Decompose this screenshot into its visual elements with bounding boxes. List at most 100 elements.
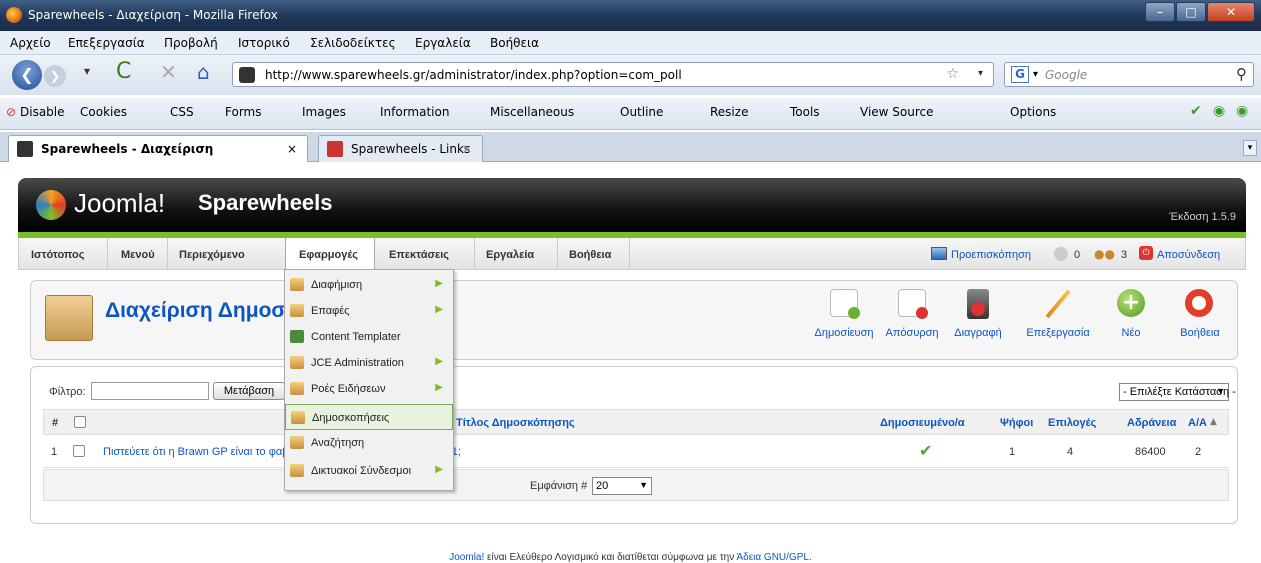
submenu-arrow-icon: ▶: [435, 356, 443, 367]
check-circle-icon[interactable]: ◉: [1213, 103, 1225, 119]
col-lag[interactable]: Αδράνεια: [1127, 417, 1176, 429]
poll-box-icon: [45, 295, 93, 341]
dd-item-banners[interactable]: Διαφήμιση ▶: [285, 272, 453, 298]
nav-help[interactable]: Βοήθεια: [569, 249, 611, 261]
nav-menus[interactable]: Μενού: [121, 249, 155, 261]
col-id[interactable]: Α/Α: [1188, 417, 1207, 429]
menu-help[interactable]: Βοήθεια: [490, 36, 539, 50]
history-dropdown-icon[interactable]: ▾: [84, 64, 90, 78]
menu-edit[interactable]: Επεξεργασία: [68, 36, 145, 50]
menu-bookmarks[interactable]: Σελιδοδείκτες: [310, 36, 396, 50]
tb-css[interactable]: CSS: [170, 105, 194, 119]
logout-link[interactable]: Αποσύνδεση: [1157, 249, 1220, 261]
footer: Joomla! είναι Ελεύθερο Λογισμικό και δια…: [0, 552, 1261, 563]
tb-forms[interactable]: Forms: [225, 105, 261, 119]
home-icon[interactable]: ⌂: [197, 60, 210, 84]
help-button[interactable]: Βοήθεια: [1169, 289, 1231, 349]
engine-dropdown-icon[interactable]: ▾: [1033, 69, 1038, 80]
joomla-logo-icon: [36, 190, 66, 220]
close-tab-icon-2[interactable]: ×: [462, 142, 472, 156]
minimize-button[interactable]: –: [1145, 2, 1175, 22]
footer-joomla-link[interactable]: Joomla!: [449, 552, 484, 563]
preview-link[interactable]: Προεπισκόπηση: [951, 249, 1031, 261]
dd-item-jce[interactable]: JCE Administration ▶: [285, 350, 453, 376]
footer-license-link[interactable]: Άδεια GNU/GPL.: [736, 552, 811, 563]
dd-item-newsfeeds[interactable]: Ροές Ειδήσεων ▶: [285, 376, 453, 402]
tb-tools[interactable]: Tools: [790, 105, 820, 119]
nav-content[interactable]: Περιεχόμενο: [179, 249, 245, 261]
published-check-icon[interactable]: ✔: [919, 441, 932, 460]
col-published[interactable]: Δημοσιευμένο/α: [880, 417, 965, 429]
tb-information[interactable]: Information: [380, 105, 449, 119]
menu-tools[interactable]: Εργαλεία: [415, 36, 471, 50]
dd-label: Διαφήμιση: [311, 279, 363, 291]
dd-label: Επαφές: [311, 305, 350, 317]
joomla-header: Joomla! Sparewheels Έκδοση 1.5.9: [18, 178, 1246, 232]
nav-tools[interactable]: Εργαλεία: [486, 249, 534, 261]
dd-item-weblinks[interactable]: Δικτυακοί Σύνδεσμοι ▶: [285, 458, 453, 484]
col-options[interactable]: Επιλογές: [1048, 417, 1096, 429]
divider: [557, 238, 558, 269]
filter-input[interactable]: [91, 382, 209, 400]
joomla-logo-text: Joomla!: [74, 188, 166, 218]
version-label: Έκδοση 1.5.9: [1169, 211, 1236, 223]
check-circle-icon-2[interactable]: ◉: [1236, 103, 1248, 119]
submenu-arrow-icon: ▶: [435, 382, 443, 393]
col-votes[interactable]: Ψήφοι: [1000, 417, 1033, 429]
reload-icon[interactable]: C: [116, 59, 131, 84]
go-button[interactable]: Μετάβαση: [213, 382, 285, 400]
display-select[interactable]: 20 ▼: [592, 477, 652, 495]
nav-site[interactable]: Ιστότοπος: [31, 249, 84, 261]
tab-list-icon[interactable]: ▾: [1243, 140, 1257, 156]
tab-admin[interactable]: Sparewheels - Διαχείριση ×: [8, 135, 308, 162]
row-id: 2: [1195, 446, 1202, 458]
dd-item-contacts[interactable]: Επαφές ▶: [285, 298, 453, 324]
tb-resize[interactable]: Resize: [710, 105, 748, 119]
tb-options[interactable]: Options: [1010, 105, 1056, 119]
window-titlebar: Sparewheels - Διαχείριση - Mozilla Firef…: [0, 0, 1261, 31]
tb-view-source[interactable]: View Source: [860, 105, 934, 119]
url-dropdown-icon[interactable]: ▾: [978, 68, 983, 79]
tb-outline[interactable]: Outline: [620, 105, 663, 119]
menu-view[interactable]: Προβολή: [164, 36, 218, 50]
tb-cookies[interactable]: Cookies: [80, 105, 127, 119]
stop-icon[interactable]: ✕: [160, 60, 177, 84]
close-window-button[interactable]: ✕: [1207, 2, 1255, 22]
forward-icon[interactable]: ❯: [44, 65, 66, 87]
search-icon[interactable]: ⚲: [1236, 65, 1247, 83]
menu-file[interactable]: Αρχείο: [10, 36, 51, 50]
back-icon[interactable]: ❮: [12, 60, 42, 90]
tb-images[interactable]: Images: [302, 105, 346, 119]
select-all-checkbox[interactable]: [74, 416, 86, 428]
close-tab-icon[interactable]: ×: [287, 142, 297, 156]
status-select[interactable]: - Επιλέξτε Κατάσταση - ▼: [1119, 383, 1236, 401]
edit-button[interactable]: Επεξεργασία: [1015, 289, 1101, 349]
dd-item-content-templater[interactable]: Content Templater: [285, 324, 453, 350]
search-placeholder: Google: [1045, 68, 1088, 82]
address-bar[interactable]: http://www.sparewheels.gr/administrator/…: [232, 62, 994, 87]
menu-history[interactable]: Ιστορικό: [238, 36, 290, 50]
nav-components[interactable]: Εφαρμογές: [299, 249, 358, 261]
dd-item-polls[interactable]: Δημοσκοπήσεις: [285, 404, 453, 430]
tb-miscellaneous[interactable]: Miscellaneous: [490, 105, 574, 119]
publish-button[interactable]: Δημοσίευση: [807, 289, 881, 349]
google-engine-icon[interactable]: G: [1011, 66, 1029, 83]
unpublish-button[interactable]: Απόσυρση: [879, 289, 945, 349]
maximize-button[interactable]: □: [1176, 2, 1206, 22]
footer-text: είναι Ελεύθερο Λογισμικό και διατίθεται …: [487, 552, 735, 563]
bookmark-star-icon[interactable]: ☆: [946, 66, 959, 82]
dd-item-search[interactable]: Αναζήτηση: [285, 430, 453, 456]
unpublish-label: Απόσυρση: [885, 327, 939, 339]
check-icon[interactable]: ✔: [1190, 103, 1202, 119]
components-dropdown: Διαφήμιση ▶ Επαφές ▶ Content Templater JCE…: [284, 269, 454, 491]
tab-links[interactable]: Sparewheels - Links ×: [318, 135, 483, 162]
row-checkbox[interactable]: [73, 445, 85, 457]
nav-extensions[interactable]: Επεκτάσεις: [389, 249, 449, 261]
delete-button[interactable]: Διαγραφή: [945, 289, 1011, 349]
search-box[interactable]: G ▾ Google ⚲: [1004, 62, 1254, 87]
col-title[interactable]: Τίτλος Δημοσκόπησης: [456, 417, 575, 429]
tb-disable[interactable]: Disable: [20, 105, 65, 119]
new-button[interactable]: + Νέο: [1103, 289, 1159, 349]
messages-count[interactable]: 0: [1074, 249, 1080, 261]
users-count[interactable]: 3: [1121, 249, 1127, 261]
